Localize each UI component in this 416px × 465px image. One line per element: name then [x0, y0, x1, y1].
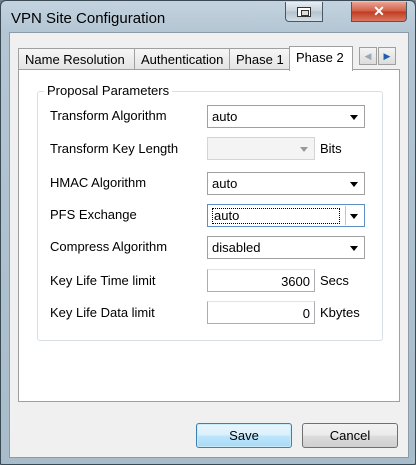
tab-scroll-left-button[interactable]: ◀ — [359, 47, 377, 65]
restore-button[interactable] — [285, 2, 323, 22]
pfs-exchange-select[interactable]: auto — [207, 204, 365, 227]
hmac-algorithm-select[interactable]: auto — [207, 172, 365, 195]
transform-key-length-label: Transform Key Length — [50, 141, 179, 156]
tab-scroll-right-button[interactable]: ▶ — [378, 47, 396, 65]
key-life-data-input[interactable]: 0 — [207, 301, 315, 324]
chevron-down-icon — [350, 182, 358, 187]
tab-name-resolution[interactable]: Name Resolution — [18, 48, 135, 70]
key-life-time-input[interactable]: 3600 — [207, 269, 315, 292]
chevron-down-icon — [350, 246, 358, 251]
save-button-label: Save — [229, 428, 259, 443]
tab-page-phase-2: Proposal Parameters Transform Algorithm … — [18, 69, 400, 402]
chevron-left-icon: ◀ — [364, 50, 372, 61]
tab-phase-1[interactable]: Phase 1 — [229, 48, 290, 70]
key-life-time-label: Key Life Time limit — [50, 273, 156, 288]
key-life-data-unit: Kbytes — [320, 305, 360, 320]
chevron-down-icon — [350, 214, 358, 219]
window-title: VPN Site Configuration — [11, 10, 166, 27]
tab-label: Phase 1 — [236, 52, 284, 67]
dialog-window: VPN Site Configuration ✕ Name Resolution… — [0, 0, 416, 465]
tab-phase-2[interactable]: Phase 2 — [289, 46, 353, 71]
compress-algorithm-label: Compress Algorithm — [50, 239, 168, 254]
dialog-client-area: Name Resolution Authentication Phase 1 P… — [9, 32, 409, 458]
save-button[interactable]: Save — [196, 423, 292, 448]
close-button[interactable]: ✕ — [351, 2, 407, 22]
group-legend: Proposal Parameters — [44, 83, 173, 98]
compress-algorithm-select[interactable]: disabled — [207, 236, 365, 259]
select-value: auto — [212, 208, 340, 224]
transform-algorithm-label: Transform Algorithm — [50, 108, 167, 123]
hmac-algorithm-label: HMAC Algorithm — [50, 175, 147, 190]
cancel-button-label: Cancel — [329, 428, 371, 443]
close-icon: ✕ — [373, 3, 385, 19]
chevron-down-icon — [300, 147, 308, 152]
cancel-button[interactable]: Cancel — [302, 423, 398, 448]
tab-authentication[interactable]: Authentication — [134, 48, 230, 70]
key-life-data-label: Key Life Data limit — [50, 305, 155, 320]
key-life-time-unit: Secs — [320, 273, 349, 288]
pfs-exchange-label: PFS Exchange — [50, 207, 137, 222]
transform-key-length-select[interactable] — [207, 137, 315, 160]
restore-icon — [297, 6, 311, 17]
tab-label: Name Resolution — [25, 52, 125, 67]
chevron-down-icon — [350, 115, 358, 120]
tab-label: Authentication — [141, 52, 224, 67]
transform-algorithm-select[interactable]: auto — [207, 105, 365, 128]
tab-label: Phase 2 — [296, 50, 344, 65]
chevron-right-icon: ▶ — [383, 50, 391, 61]
select-value: auto — [212, 176, 238, 191]
select-value: auto — [212, 109, 238, 124]
select-value: disabled — [212, 240, 261, 255]
key-length-unit: Bits — [320, 141, 342, 156]
